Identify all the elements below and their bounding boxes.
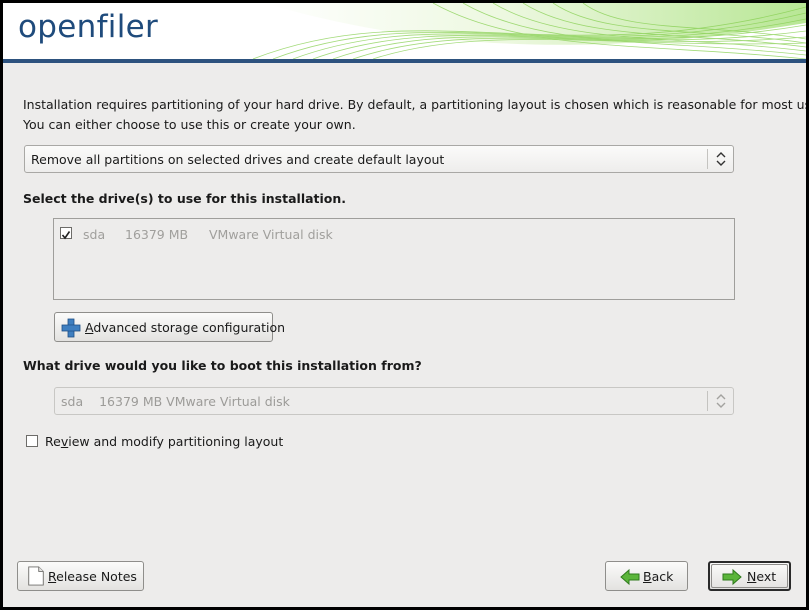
boot-drive-name: sda — [61, 394, 84, 409]
partition-layout-value: Remove all partitions on selected drives… — [31, 152, 445, 167]
installer-window: openfiler Installation requires partitio… — [3, 3, 806, 607]
next-arrow-icon — [722, 568, 742, 586]
next-mnemonic: N — [747, 569, 757, 584]
review-label: Review and modify partitioning layout — [45, 434, 283, 449]
partition-description: Installation requires partitioning of yo… — [23, 95, 806, 135]
boot-drive-label: What drive would you like to boot this i… — [23, 358, 422, 373]
boot-drive-value: sda 16379 MB VMware Virtual disk — [61, 394, 290, 409]
openfiler-logo: openfiler — [18, 9, 159, 45]
advanced-button-label: dvanced storage configuration — [93, 320, 286, 335]
release-notes-button[interactable]: Release Notes — [17, 561, 144, 591]
select-separator — [707, 391, 708, 411]
drive-name: sda — [83, 227, 106, 242]
next-button[interactable]: Next — [708, 561, 791, 591]
review-checkbox[interactable] — [26, 435, 38, 447]
partition-layout-select[interactable]: Remove all partitions on selected drives… — [24, 145, 734, 173]
updown-arrow-icon — [716, 394, 726, 408]
back-arrow-icon — [620, 568, 640, 586]
drive-list[interactable]: sda 16379 MB VMware Virtual disk — [53, 218, 735, 300]
drive-model: VMware Virtual disk — [209, 227, 333, 242]
review-label-part: iew and modify partitioning layout — [68, 434, 284, 449]
next-label: ext — [756, 569, 777, 584]
description-line: Installation requires partitioning of yo… — [23, 97, 806, 112]
checkmark-icon — [61, 231, 71, 240]
plus-icon — [61, 318, 81, 338]
back-button[interactable]: Back — [605, 561, 688, 591]
release-notes-mnemonic: R — [48, 569, 57, 584]
drive-select-label: Select the drive(s) to use for this inst… — [23, 191, 347, 206]
header-banner: openfiler — [3, 3, 806, 59]
release-notes-label: elease Notes — [56, 569, 137, 584]
select-separator — [707, 149, 708, 169]
header-rule — [3, 59, 806, 63]
back-label: ack — [651, 569, 674, 584]
boot-drive-detail: 16379 MB VMware Virtual disk — [99, 394, 290, 409]
drive-size: 16379 MB — [125, 227, 189, 242]
back-mnemonic: B — [643, 569, 652, 584]
boot-drive-select[interactable]: sda 16379 MB VMware Virtual disk — [54, 387, 734, 415]
description-line: You can either choose to use this or cre… — [23, 117, 356, 132]
document-icon — [28, 566, 44, 586]
drive-checkbox[interactable] — [60, 227, 72, 240]
advanced-storage-button[interactable]: Advanced storage configuration — [54, 312, 285, 342]
updown-arrow-icon — [716, 152, 726, 166]
review-label-part: Re — [45, 434, 61, 449]
